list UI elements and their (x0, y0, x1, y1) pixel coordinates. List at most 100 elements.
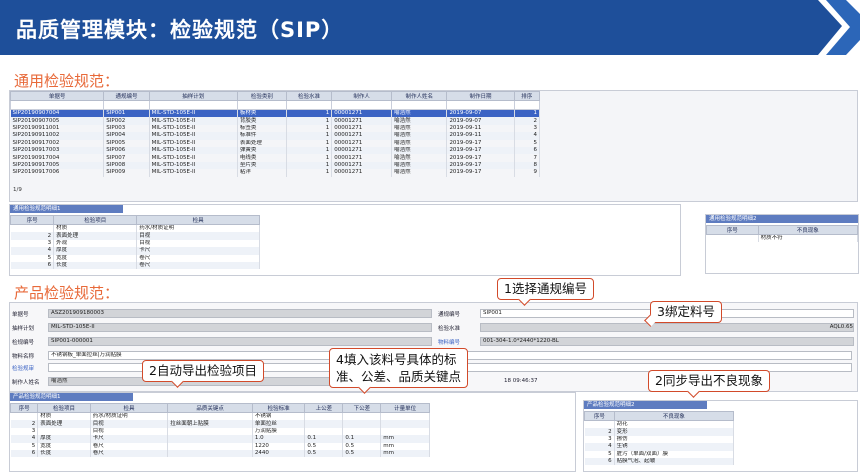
general-items-cell: 外观 (53, 239, 138, 248)
product-defects-cell: 3 (584, 435, 615, 444)
product-items-header-1[interactable]: 检验项目 (37, 403, 91, 413)
filter-cell[interactable] (391, 100, 448, 110)
general-spec-row[interactable]: SIP20190917003 SIP006 MIL-STD-105E-II 弹簧类 1 0… (10, 146, 540, 155)
sampling-field[interactable]: MIL-STD-105E-II (48, 323, 432, 332)
product-items-cell (37, 427, 91, 436)
product-items-header-7[interactable]: 计量单位 (380, 403, 430, 413)
level-label: 检验水准 (438, 326, 461, 332)
callout-text-3: 3绑定料号 (657, 304, 715, 319)
level-field[interactable]: AQL0.65 (480, 323, 854, 332)
product-items-row[interactable]: 6 长度 卷尺 2440 0.5 0.5 mm (10, 449, 430, 458)
general-items-cell: 材质 (53, 224, 138, 233)
general-spec-header-4[interactable]: 检验水准 (285, 91, 333, 101)
filter-cell[interactable] (10, 100, 105, 110)
spec-no-field[interactable]: SIP001-000001 (48, 337, 432, 346)
product-defects-row[interactable]: 5 脏污（单面/双面）膜 (584, 450, 735, 458)
filter-cell[interactable] (148, 100, 238, 110)
general-spec-cell: 喻浩然 (391, 139, 448, 147)
general-defects-header-0[interactable]: 序号 (706, 225, 759, 235)
product-items-cell: 药水/材质证明 (90, 412, 169, 421)
general-spec-cell: 00001271 (331, 146, 393, 155)
general-spec-header-0[interactable]: 单据号 (10, 91, 105, 101)
general-spec-header-8[interactable]: 排序 (513, 91, 540, 101)
general-spec-header-2[interactable]: 抽样计划 (148, 91, 238, 101)
general-spec-cell: SIP004 (103, 132, 150, 140)
general-spec-cell: 2019-09-17 (446, 169, 515, 177)
product-items-header-6[interactable]: 下公差 (342, 403, 382, 413)
general-items-row[interactable]: 材质 药水/材质证明 (10, 224, 260, 233)
product-defects-row[interactable]: 3 擦伤 (584, 435, 735, 444)
general-spec-row[interactable]: SIP20190907005 SIP002 MIL-STD-105E-II 背胶类 1 0… (10, 117, 540, 125)
inspect-spec-label[interactable]: 检验规审 (12, 364, 34, 372)
product-items-header-5[interactable]: 上公差 (304, 403, 344, 413)
filter-cell[interactable] (513, 100, 540, 110)
general-spec-header-1[interactable]: 通规编号 (103, 91, 150, 101)
product-defects-row[interactable]: 刮花 (584, 420, 735, 429)
general-spec-header-3[interactable]: 检验类别 (236, 91, 287, 101)
filter-cell[interactable] (236, 100, 287, 110)
general-spec-header-5[interactable]: 制作人 (331, 91, 393, 101)
general-items-row[interactable]: 6 长度 卷尺 (10, 261, 260, 270)
product-defects-row[interactable]: 6 贴膜气泡、起皱 (584, 457, 735, 466)
product-items-row[interactable]: 5 宽度 卷尺 1220 0.5 0.5 mm (10, 442, 430, 450)
product-defects-row[interactable]: 2 变形 (584, 428, 735, 436)
product-items-row[interactable]: 材质 药水/材质证明 不锈钢 (10, 412, 430, 421)
general-spec-row[interactable]: SIP20190917002 SIP005 MIL-STD-105E-II 表面处理 1… (10, 139, 540, 147)
general-items-header-2[interactable]: 检具 (136, 215, 260, 225)
general-spec-cell: 00001271 (331, 132, 393, 140)
product-items-header-3[interactable]: 品质关键点 (167, 403, 253, 413)
general-spec-cell: 1 (286, 109, 333, 118)
general-spec-cell: 喻浩然 (391, 117, 448, 125)
general-spec-row[interactable]: SIP20190917004 SIP007 MIL-STD-105E-II 电线类 1 0… (10, 154, 540, 162)
general-spec-cell: SIP002 (103, 117, 150, 125)
general-items-row[interactable]: 3 外观 目视 (10, 239, 260, 248)
filter-cell[interactable] (103, 100, 150, 110)
filter-cell[interactable] (285, 100, 333, 110)
general-defects-table: 序号 不良现象 材质不符 (706, 225, 858, 243)
product-items-panel: 产品检验规范明细1 序号 检验项目 检具 品质关键点 检验标准 上公差 下公差 计量单位 材质… (9, 392, 576, 472)
product-items-row[interactable]: 2 表面处理 目视 拉丝面朝上贴膜 单面拉丝 (10, 420, 430, 428)
filter-cell[interactable] (446, 100, 515, 110)
general-spec-row[interactable]: SIP20190917005 SIP008 MIL-STD-105E-II 垫片类 1 0… (10, 161, 540, 170)
product-items-cell: 2440 (252, 449, 306, 458)
general-spec-row[interactable]: SIP20190907004 SIP001 MIL-STD-105E-II 板材类 1 0… (10, 109, 540, 118)
material-no-field[interactable]: 001-304-1.0*2440*1220-BL (480, 337, 854, 346)
product-items-header-2[interactable]: 检具 (89, 403, 169, 413)
general-items-header-1[interactable]: 检验项目 (53, 215, 138, 225)
product-defects-row[interactable]: 4 生锈 (584, 443, 735, 451)
general-defects-header-1[interactable]: 不良现象 (757, 225, 858, 235)
general-items-row[interactable]: 2 表面处理 目视 (10, 232, 260, 240)
product-defects-title: 产品检验规范明细2 (584, 401, 707, 409)
general-spec-row[interactable]: SIP20190911002 SIP004 MIL-STD-105E-II 标准件 1 0… (10, 132, 540, 140)
general-spec-row[interactable]: SIP20190911001 SIP003 MIL-STD-105E-II 标签类 1 0… (10, 124, 540, 133)
general-spec-cell: 1 (286, 154, 333, 162)
product-items-header-4[interactable]: 检验标准 (251, 403, 306, 413)
general-defects-row[interactable]: 材质不符 (706, 234, 858, 243)
filter-cell[interactable] (331, 100, 393, 110)
product-items-cell: 0.5 (342, 449, 382, 458)
product-defects-header-0[interactable]: 序号 (584, 411, 615, 421)
general-items-row[interactable]: 4 厚度 卡尺 (10, 247, 260, 255)
product-defects-header-1[interactable]: 不良现象 (613, 411, 735, 421)
general-spec-cell: 7 (514, 154, 540, 162)
section-title-product: 产品检验规范： (14, 284, 120, 302)
callout-text-2: 2自动导出检验项目 (149, 363, 257, 378)
general-spec-row[interactable]: SIP20190917006 SIP009 MIL-STD-105E-II 粘洋 1 00… (10, 169, 540, 177)
material-no-label[interactable]: 物料编号 (438, 338, 460, 346)
general-spec-cell: 2019-09-17 (446, 139, 515, 147)
general-items-row[interactable]: 5 宽度 卷尺 (10, 254, 260, 262)
product-items-header-0[interactable]: 序号 (10, 403, 39, 413)
product-items-row[interactable]: 3 目视 万润贴膜 (10, 427, 430, 436)
general-spec-cell: 2 (514, 117, 540, 125)
general-defects-cell (706, 234, 759, 243)
general-spec-cell: 垫片类 (237, 161, 287, 170)
general-spec-header-7[interactable]: 制作日期 (446, 91, 515, 101)
general-items-header-0[interactable]: 序号 (10, 215, 55, 225)
product-items-cell (167, 427, 253, 436)
product-items-row[interactable]: 4 厚度 卡尺 1.0 0.1 0.1 mm (10, 435, 430, 443)
general-spec-header-6[interactable]: 制作人姓名 (391, 91, 448, 101)
product-items-cell: 宽度 (37, 442, 91, 450)
general-spec-cell: MIL-STD-105E-II (149, 132, 238, 140)
product-items-cell (167, 442, 253, 450)
doc-no-field[interactable]: ASZ201909180003 (48, 309, 432, 318)
